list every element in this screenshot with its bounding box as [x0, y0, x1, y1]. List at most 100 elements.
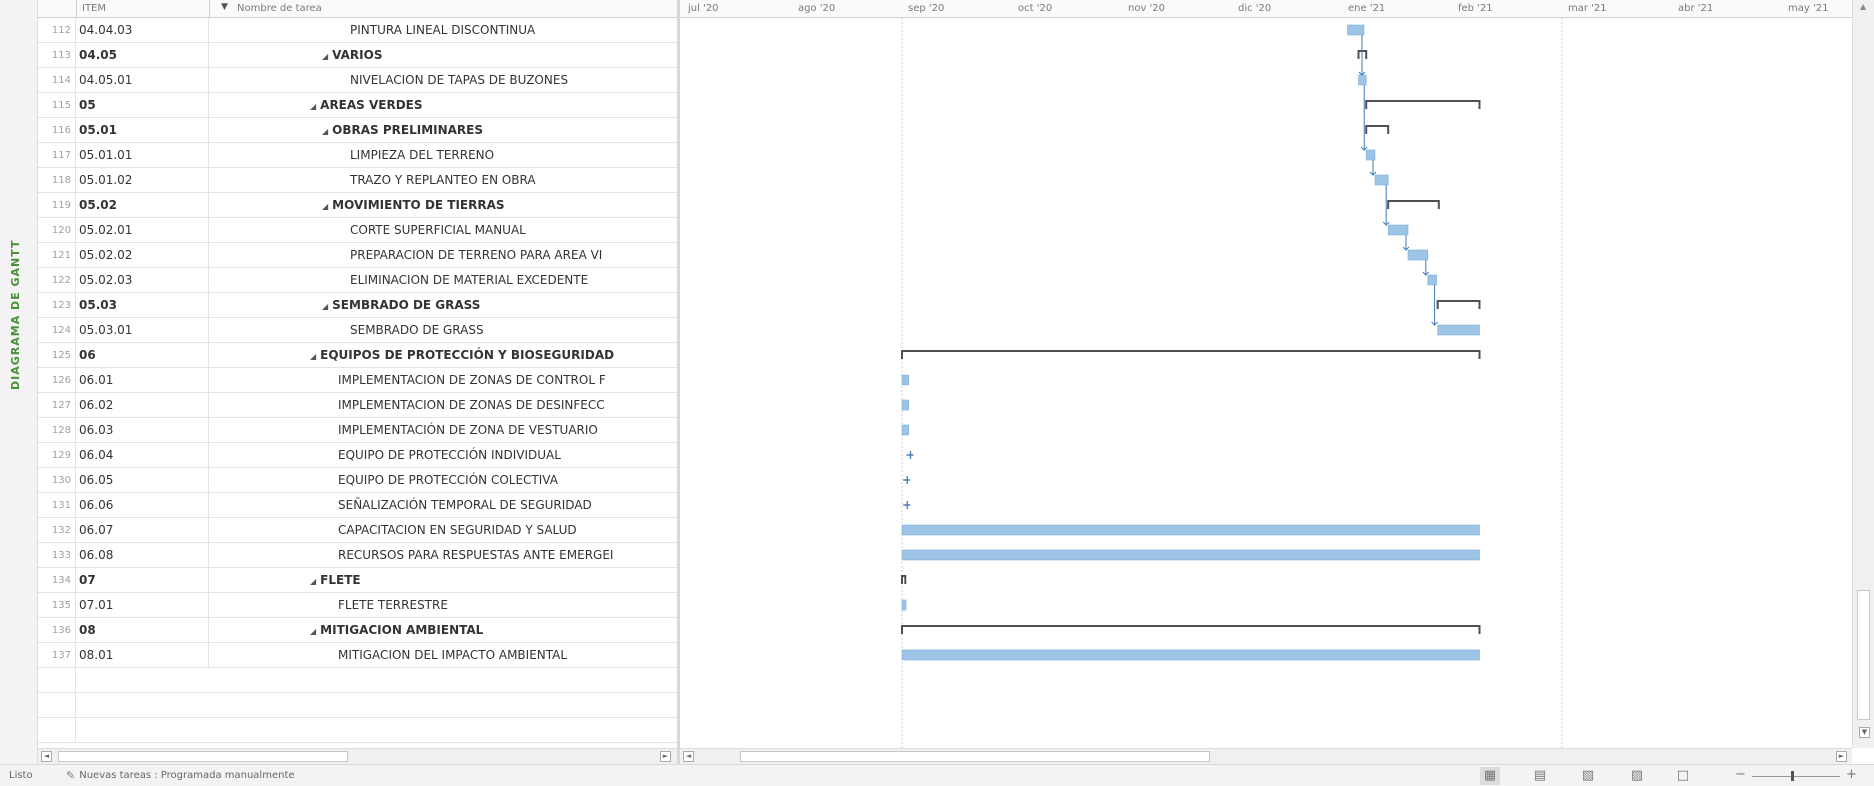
collapse-triangle-icon[interactable]: ◢ — [322, 202, 328, 211]
task-name-cell[interactable]: LIMPIEZA DEL TERRENO — [210, 143, 675, 168]
item-cell[interactable]: 06.01 — [79, 368, 209, 393]
vertical-scrollbar[interactable]: ▲ ▼ — [1852, 0, 1874, 748]
item-cell[interactable]: 05.01.02 — [79, 168, 209, 193]
row-number[interactable]: 132 — [38, 518, 76, 543]
task-name-cell[interactable]: SEÑALIZACIÓN TEMPORAL DE SEGURIDAD — [210, 493, 675, 518]
task-name-cell[interactable]: CAPACITACION EN SEGURIDAD Y SALUD — [210, 518, 675, 543]
chart-scroll-left-icon[interactable]: ◄ — [683, 751, 694, 762]
task-row[interactable]: 117 05.01.01 LIMPIEZA DEL TERRENO — [38, 143, 677, 168]
collapse-triangle-icon[interactable]: ◢ — [322, 52, 328, 61]
task-name-cell[interactable]: IMPLEMENTACION DE ZONAS DE DESINFECC — [210, 393, 675, 418]
summary-bar[interactable] — [901, 625, 1481, 634]
task-name-cell[interactable]: TRAZO Y REPLANTEO EN OBRA — [210, 168, 675, 193]
task-row[interactable]: 136 08 ◢ MITIGACION AMBIENTAL — [38, 618, 677, 643]
zoom-out-icon[interactable]: − — [1735, 767, 1746, 782]
task-row[interactable]: 115 05 ◢ AREAS VERDES — [38, 93, 677, 118]
task-row[interactable]: 119 05.02 ◢ MOVIMIENTO DE TIERRAS — [38, 193, 677, 218]
task-name-cell[interactable]: PREPARACION DE TERRENO PARA AREA VI — [210, 243, 675, 268]
zoom-in-icon[interactable]: + — [1846, 767, 1857, 782]
row-number[interactable]: 130 — [38, 468, 76, 493]
item-cell[interactable]: 06.05 — [79, 468, 209, 493]
task-usage-view-icon[interactable]: ▤ — [1530, 767, 1550, 785]
row-number[interactable]: 118 — [38, 168, 76, 193]
item-cell[interactable]: 08 — [79, 618, 209, 643]
task-bar[interactable] — [1365, 149, 1376, 161]
task-name-cell[interactable]: PINTURA LINEAL DISCONTINUA — [210, 18, 675, 43]
summary-bar[interactable] — [1365, 125, 1390, 134]
item-cell[interactable]: 07 — [79, 568, 209, 593]
item-cell[interactable]: 05.02.03 — [79, 268, 209, 293]
row-number[interactable]: 121 — [38, 243, 76, 268]
task-bar[interactable] — [1407, 249, 1429, 261]
item-cell[interactable]: 05.02.02 — [79, 243, 209, 268]
item-cell[interactable]: 06.06 — [79, 493, 209, 518]
task-row[interactable]: 134 07 ◢ FLETE — [38, 568, 677, 593]
collapse-triangle-icon[interactable]: ◢ — [310, 352, 316, 361]
row-number[interactable]: 125 — [38, 343, 76, 368]
task-bar[interactable] — [1387, 224, 1409, 236]
row-number[interactable]: 134 — [38, 568, 76, 593]
task-row[interactable]: 132 06.07 CAPACITACION EN SEGURIDAD Y SALU… — [38, 518, 677, 543]
task-row[interactable]: 126 06.01 IMPLEMENTACION DE ZONAS DE CONTR… — [38, 368, 677, 393]
task-name-cell[interactable]: EQUIPO DE PROTECCIÓN INDIVIDUAL — [210, 443, 675, 468]
column-header-item[interactable]: ITEM — [82, 3, 106, 14]
report-view-icon[interactable]: □ — [1673, 767, 1693, 785]
task-row[interactable]: 129 06.04 EQUIPO DE PROTECCIÓN INDIVIDUAL — [38, 443, 677, 468]
zoom-slider[interactable] — [1752, 776, 1840, 777]
summary-bar[interactable] — [901, 350, 1481, 359]
row-number[interactable]: 112 — [38, 18, 76, 43]
row-number[interactable]: 119 — [38, 193, 76, 218]
task-name-cell[interactable]: IMPLEMENTACIÓN DE ZONA DE VESTUARIO — [210, 418, 675, 443]
task-row[interactable]: 130 06.05 EQUIPO DE PROTECCIÓN COLECTIVA — [38, 468, 677, 493]
summary-bar[interactable] — [1436, 300, 1481, 309]
task-row[interactable]: 128 06.03 IMPLEMENTACIÓN DE ZONA DE VESTUA… — [38, 418, 677, 443]
summary-bar[interactable] — [1365, 100, 1481, 109]
milestone-marker[interactable] — [903, 476, 911, 484]
item-cell[interactable]: 05.01.01 — [79, 143, 209, 168]
task-name-cell[interactable]: EQUIPO DE PROTECCIÓN COLECTIVA — [210, 468, 675, 493]
row-number[interactable] — [38, 718, 76, 743]
task-bar[interactable] — [1437, 324, 1480, 336]
row-number[interactable]: 128 — [38, 418, 76, 443]
row-number[interactable]: 124 — [38, 318, 76, 343]
task-bar[interactable] — [1358, 74, 1367, 86]
row-number[interactable]: 133 — [38, 543, 76, 568]
row-number[interactable]: 114 — [38, 68, 76, 93]
row-number[interactable]: 115 — [38, 93, 76, 118]
item-cell[interactable]: 04.05.01 — [79, 68, 209, 93]
task-name-cell[interactable]: ELIMINACION DE MATERIAL EXCEDENTE — [210, 268, 675, 293]
item-cell[interactable]: 04.05 — [79, 43, 209, 68]
task-name-cell[interactable]: ◢ EQUIPOS DE PROTECCIÓN Y BIOSEGURIDAD — [210, 343, 675, 368]
resource-sheet-view-icon[interactable]: ▨ — [1627, 767, 1647, 785]
task-bar[interactable] — [1374, 174, 1389, 186]
collapse-triangle-icon[interactable]: ◢ — [310, 577, 316, 586]
column-filter-dropdown-icon[interactable]: ▼ — [221, 2, 228, 12]
task-name-cell[interactable]: IMPLEMENTACION DE ZONAS DE CONTROL F — [210, 368, 675, 393]
task-row[interactable]: 133 06.08 RECURSOS PARA RESPUESTAS ANTE EM… — [38, 543, 677, 568]
row-number[interactable]: 113 — [38, 43, 76, 68]
task-row[interactable]: 114 04.05.01 NIVELACION DE TAPAS DE BUZONE… — [38, 68, 677, 93]
row-number[interactable]: 120 — [38, 218, 76, 243]
task-bar[interactable] — [901, 424, 909, 436]
task-row[interactable]: 113 04.05 ◢ VARIOS — [38, 43, 677, 68]
chart-scroll-right-icon[interactable]: ► — [1836, 751, 1847, 762]
collapse-triangle-icon[interactable]: ◢ — [310, 102, 316, 111]
task-bar[interactable] — [901, 524, 1480, 536]
row-number[interactable]: 116 — [38, 118, 76, 143]
row-number[interactable]: 127 — [38, 393, 76, 418]
item-cell[interactable]: 07.01 — [79, 593, 209, 618]
gantt-view-icon[interactable]: ▦ — [1480, 767, 1500, 785]
item-cell[interactable]: 05.01 — [79, 118, 209, 143]
task-row[interactable]: 137 08.01 MITIGACION DEL IMPACTO AMBIENTAL — [38, 643, 677, 668]
task-row[interactable]: 116 05.01 ◢ OBRAS PRELIMINARES — [38, 118, 677, 143]
grid-horizontal-thumb[interactable] — [58, 751, 348, 762]
task-name-cell[interactable]: ◢ FLETE — [210, 568, 675, 593]
task-bar[interactable] — [1347, 24, 1365, 36]
row-number[interactable]: 137 — [38, 643, 76, 668]
new-tasks-mode[interactable]: ✎ Nuevas tareas : Programada manualmente — [66, 769, 295, 782]
task-name-cell[interactable]: ◢ VARIOS — [210, 43, 675, 68]
item-cell[interactable]: 06.07 — [79, 518, 209, 543]
empty-row[interactable] — [38, 718, 677, 743]
task-row[interactable]: 120 05.02.01 CORTE SUPERFICIAL MANUAL — [38, 218, 677, 243]
scroll-up-icon[interactable]: ▲ — [1860, 2, 1866, 11]
